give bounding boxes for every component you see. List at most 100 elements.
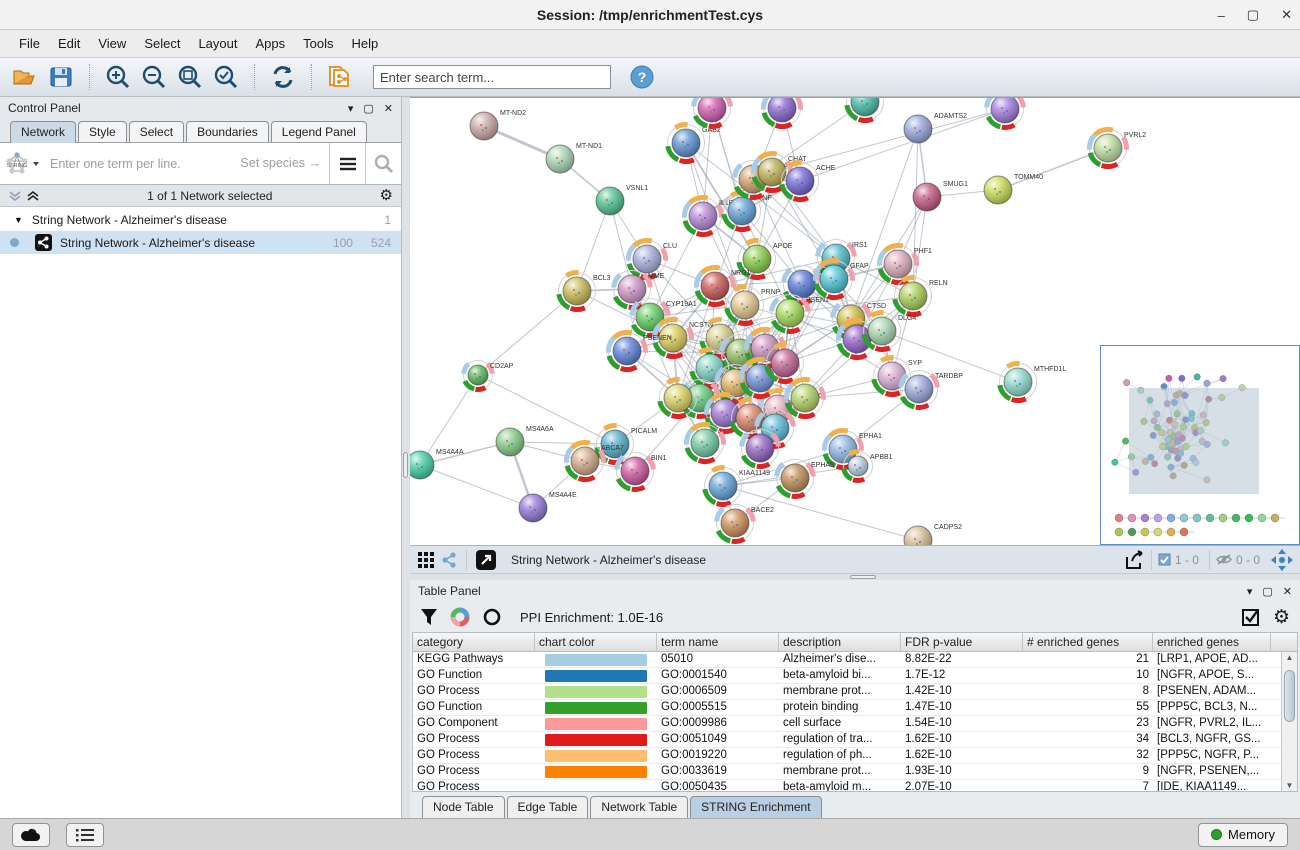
tab-select[interactable]: Select: [129, 121, 184, 142]
panel-menu-icon[interactable]: ▾: [348, 102, 354, 115]
table-row[interactable]: GO ProcessGO:0050435beta-amyloid m...2.0…: [413, 780, 1281, 791]
splitter-handle[interactable]: [403, 452, 408, 478]
graph-node[interactable]: [764, 98, 801, 127]
graph-node[interactable]: [742, 430, 779, 467]
task-history-button[interactable]: [66, 823, 104, 847]
table-panel-float-icon[interactable]: ▢: [1262, 585, 1272, 598]
table-row[interactable]: GO FunctionGO:0001540beta-amyloid bi...1…: [413, 668, 1281, 684]
search-input[interactable]: [373, 65, 611, 89]
graph-node-cadps2[interactable]: CADPS2: [904, 524, 962, 545]
menu-edit[interactable]: Edit: [49, 32, 89, 55]
graph-node-mt-nd1[interactable]: MT-ND1: [546, 143, 602, 173]
scroll-up-icon[interactable]: ▲: [1286, 653, 1294, 662]
menu-view[interactable]: View: [89, 32, 135, 55]
panel-splitter-vertical[interactable]: [402, 97, 410, 818]
select-columns-icon[interactable]: [1241, 607, 1261, 627]
scrollbar-thumb[interactable]: [1284, 670, 1295, 722]
column-header[interactable]: category: [413, 633, 535, 651]
tab-edge-table[interactable]: Edge Table: [507, 796, 589, 818]
help-icon[interactable]: ?: [627, 63, 657, 91]
memory-button[interactable]: Memory: [1198, 823, 1288, 847]
graph-node-tardbp[interactable]: TARDBP: [901, 371, 964, 408]
graph-node-tomm40[interactable]: TOMM40: [984, 174, 1043, 204]
graph-node[interactable]: [787, 379, 824, 416]
birds-eye-view[interactable]: [1100, 345, 1300, 545]
panel-close-icon[interactable]: ✕: [384, 102, 393, 115]
table-row[interactable]: KEGG Pathways05010Alzheimer's dise...8.8…: [413, 652, 1281, 668]
splitter-handle-h[interactable]: [850, 575, 876, 579]
enrichment-table[interactable]: categorychart colorterm namedescriptionF…: [412, 632, 1298, 792]
export-network-icon[interactable]: [1123, 549, 1147, 571]
graph-node-bin1[interactable]: BIN1: [617, 453, 667, 490]
share-network-icon[interactable]: [440, 551, 458, 569]
graph-node[interactable]: [847, 98, 884, 121]
table-row[interactable]: GO FunctionGO:0005515protein binding1.47…: [413, 700, 1281, 716]
tab-network[interactable]: Network: [10, 121, 76, 143]
menu-file[interactable]: File: [10, 32, 49, 55]
table-vertical-scrollbar[interactable]: ▲ ▼: [1281, 652, 1297, 791]
graph-node-cd2ap[interactable]: CD2AP: [464, 361, 514, 390]
menu-help[interactable]: Help: [343, 32, 388, 55]
navigator-viewport[interactable]: [1129, 388, 1259, 494]
grid-view-icon[interactable]: [416, 550, 436, 570]
graph-node-ms4a4a[interactable]: MS4A4A: [410, 449, 464, 479]
tab-legend-panel[interactable]: Legend Panel: [271, 121, 367, 142]
string-search-icon[interactable]: [365, 143, 401, 184]
tab-network-table[interactable]: Network Table: [590, 796, 688, 818]
scroll-down-icon[interactable]: ▼: [1286, 781, 1294, 790]
navigator-compass-icon[interactable]: [1270, 548, 1294, 572]
save-session-button[interactable]: [46, 63, 76, 91]
network-panel-gear-icon[interactable]: ⚙: [380, 188, 393, 203]
tree-expander-icon[interactable]: ▼: [14, 215, 23, 225]
detach-view-icon[interactable]: [475, 549, 497, 571]
graph-node-mt-nd2[interactable]: MT-ND2: [470, 110, 526, 140]
network-from-file-icon[interactable]: [325, 63, 355, 91]
graph-node-kiaa1149[interactable]: KIAA1149: [705, 468, 771, 505]
graph-node[interactable]: [687, 424, 724, 461]
tab-node-table[interactable]: Node Table: [422, 796, 505, 818]
zoom-out-icon[interactable]: [139, 63, 169, 91]
open-session-button[interactable]: [10, 63, 40, 91]
tab-style[interactable]: Style: [78, 121, 127, 142]
graph-node-vsnl1[interactable]: VSNL1: [596, 185, 648, 215]
graph-node-epha5[interactable]: EPHA5: [777, 460, 835, 497]
menu-tools[interactable]: Tools: [294, 32, 342, 55]
table-row[interactable]: GO ProcessGO:0051049regulation of tra...…: [413, 732, 1281, 748]
network-canvas[interactable]: MT-ND2MT-ND1VSNL1ADAMTS2SMUG1TOMM40MS4A4…: [410, 97, 1300, 545]
graph-node-ms4a6a[interactable]: MS4A6A: [496, 426, 554, 456]
refresh-icon[interactable]: [268, 63, 298, 91]
tab-boundaries[interactable]: Boundaries: [186, 121, 269, 142]
graph-node[interactable]: [767, 345, 804, 382]
zoom-in-icon[interactable]: [103, 63, 133, 91]
string-query-input[interactable]: [44, 143, 329, 184]
graph-node-smug1[interactable]: SMUG1: [913, 181, 968, 211]
table-panel-menu-icon[interactable]: ▾: [1247, 585, 1253, 598]
graph-node-clu[interactable]: CLU: [629, 240, 678, 277]
graph-node-pvrl2[interactable]: PVRL2: [1090, 129, 1147, 166]
graph-node[interactable]: [660, 380, 697, 417]
graph-node[interactable]: [987, 98, 1024, 128]
table-row[interactable]: GO ProcessGO:0006509membrane prot...1.42…: [413, 684, 1281, 700]
column-header[interactable]: enriched genes: [1153, 633, 1271, 651]
column-header[interactable]: chart color: [535, 633, 657, 651]
column-header[interactable]: description: [779, 633, 901, 651]
table-row[interactable]: GO ProcessGO:0033619membrane prot...1.93…: [413, 764, 1281, 780]
graph-node-mthfd1l[interactable]: MTHFD1L: [1000, 364, 1067, 401]
column-header[interactable]: # enriched genes: [1023, 633, 1153, 651]
table-settings-gear-icon[interactable]: ⚙: [1273, 608, 1290, 627]
panel-float-icon[interactable]: ▢: [363, 102, 373, 115]
string-logo-icon[interactable]: STRING: [0, 143, 44, 184]
table-row[interactable]: GO ProcessGO:0019220regulation of ph...1…: [413, 748, 1281, 764]
graph-node-ms4a4e[interactable]: MS4A4E: [519, 492, 577, 522]
maximize-button[interactable]: ▢: [1247, 7, 1259, 23]
menu-layout[interactable]: Layout: [189, 32, 246, 55]
network-row-selected[interactable]: String Network - Alzheimer's disease 100…: [0, 231, 401, 254]
table-panel-close-icon[interactable]: ✕: [1283, 585, 1292, 598]
graph-node-dlg4[interactable]: DLG4: [864, 313, 917, 350]
close-button[interactable]: ✕: [1281, 7, 1292, 23]
graph-node-bace2[interactable]: BACE2: [717, 505, 775, 542]
zoom-selected-icon[interactable]: [211, 63, 241, 91]
table-row[interactable]: GO ComponentGO:0009986cell surface1.54E-…: [413, 716, 1281, 732]
network-collection-row[interactable]: ▼ String Network - Alzheimer's disease 1: [0, 208, 401, 231]
cloud-tasks-button[interactable]: [12, 823, 50, 847]
